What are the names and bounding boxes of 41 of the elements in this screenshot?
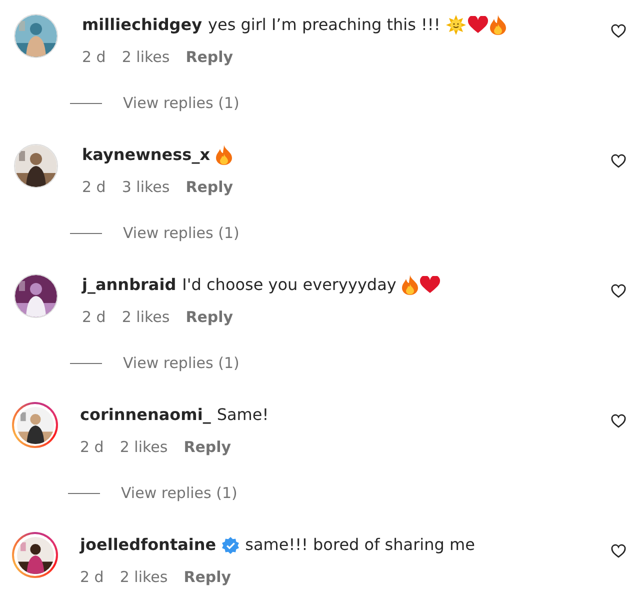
comment-time: 2 d xyxy=(80,567,104,587)
fire-emoji-icon xyxy=(216,145,232,165)
sun-emoji-icon xyxy=(446,15,466,35)
story-ring[interactable] xyxy=(12,532,58,578)
like-heart-icon[interactable] xyxy=(611,544,626,558)
view-replies-link[interactable]: View replies (1) xyxy=(123,223,240,243)
username[interactable]: kaynewness_x xyxy=(82,144,210,166)
comment-text: same!!! bored of sharing me xyxy=(245,534,475,556)
comment-time: 2 d xyxy=(82,47,106,67)
comment-time: 2 d xyxy=(82,177,106,197)
fire-emoji-icon xyxy=(402,275,418,295)
likes-count[interactable]: 2 likes xyxy=(122,47,170,67)
username[interactable]: milliechidgey xyxy=(82,14,202,36)
comment-time: 2 d xyxy=(80,437,104,457)
comment-text: I'd choose you everyyyday xyxy=(182,274,396,296)
fire-emoji-icon xyxy=(490,15,506,35)
view-replies-link[interactable]: View replies (1) xyxy=(121,483,238,503)
reply-link[interactable]: Reply xyxy=(186,307,234,327)
username[interactable]: corinnenaomi_ xyxy=(80,404,211,426)
like-heart-icon[interactable] xyxy=(611,414,626,428)
reply-link[interactable]: Reply xyxy=(186,177,234,197)
reply-link[interactable]: Reply xyxy=(186,47,234,67)
username[interactable]: joelledfontaine xyxy=(80,534,216,556)
story-ring[interactable] xyxy=(12,402,58,448)
like-heart-icon[interactable] xyxy=(611,24,626,38)
view-replies-link[interactable]: View replies (1) xyxy=(123,353,240,373)
username[interactable]: j_annbraid xyxy=(82,274,176,296)
heart-emoji-icon xyxy=(468,16,488,34)
likes-count[interactable]: 2 likes xyxy=(122,307,170,327)
comment-text: Same! xyxy=(216,404,269,426)
heart-emoji-icon xyxy=(420,276,440,294)
reply-link[interactable]: Reply xyxy=(184,567,232,587)
likes-count[interactable]: 2 likes xyxy=(120,437,168,457)
like-heart-icon[interactable] xyxy=(611,154,626,168)
likes-count[interactable]: 2 likes xyxy=(120,567,168,587)
view-replies-link[interactable]: View replies (1) xyxy=(123,93,240,113)
comment-text: yes girl I’m preaching this !!! xyxy=(208,14,440,36)
comment-time: 2 d xyxy=(82,307,106,327)
reply-link[interactable]: Reply xyxy=(184,437,232,457)
like-heart-icon[interactable] xyxy=(611,284,626,298)
likes-count[interactable]: 3 likes xyxy=(122,177,170,197)
